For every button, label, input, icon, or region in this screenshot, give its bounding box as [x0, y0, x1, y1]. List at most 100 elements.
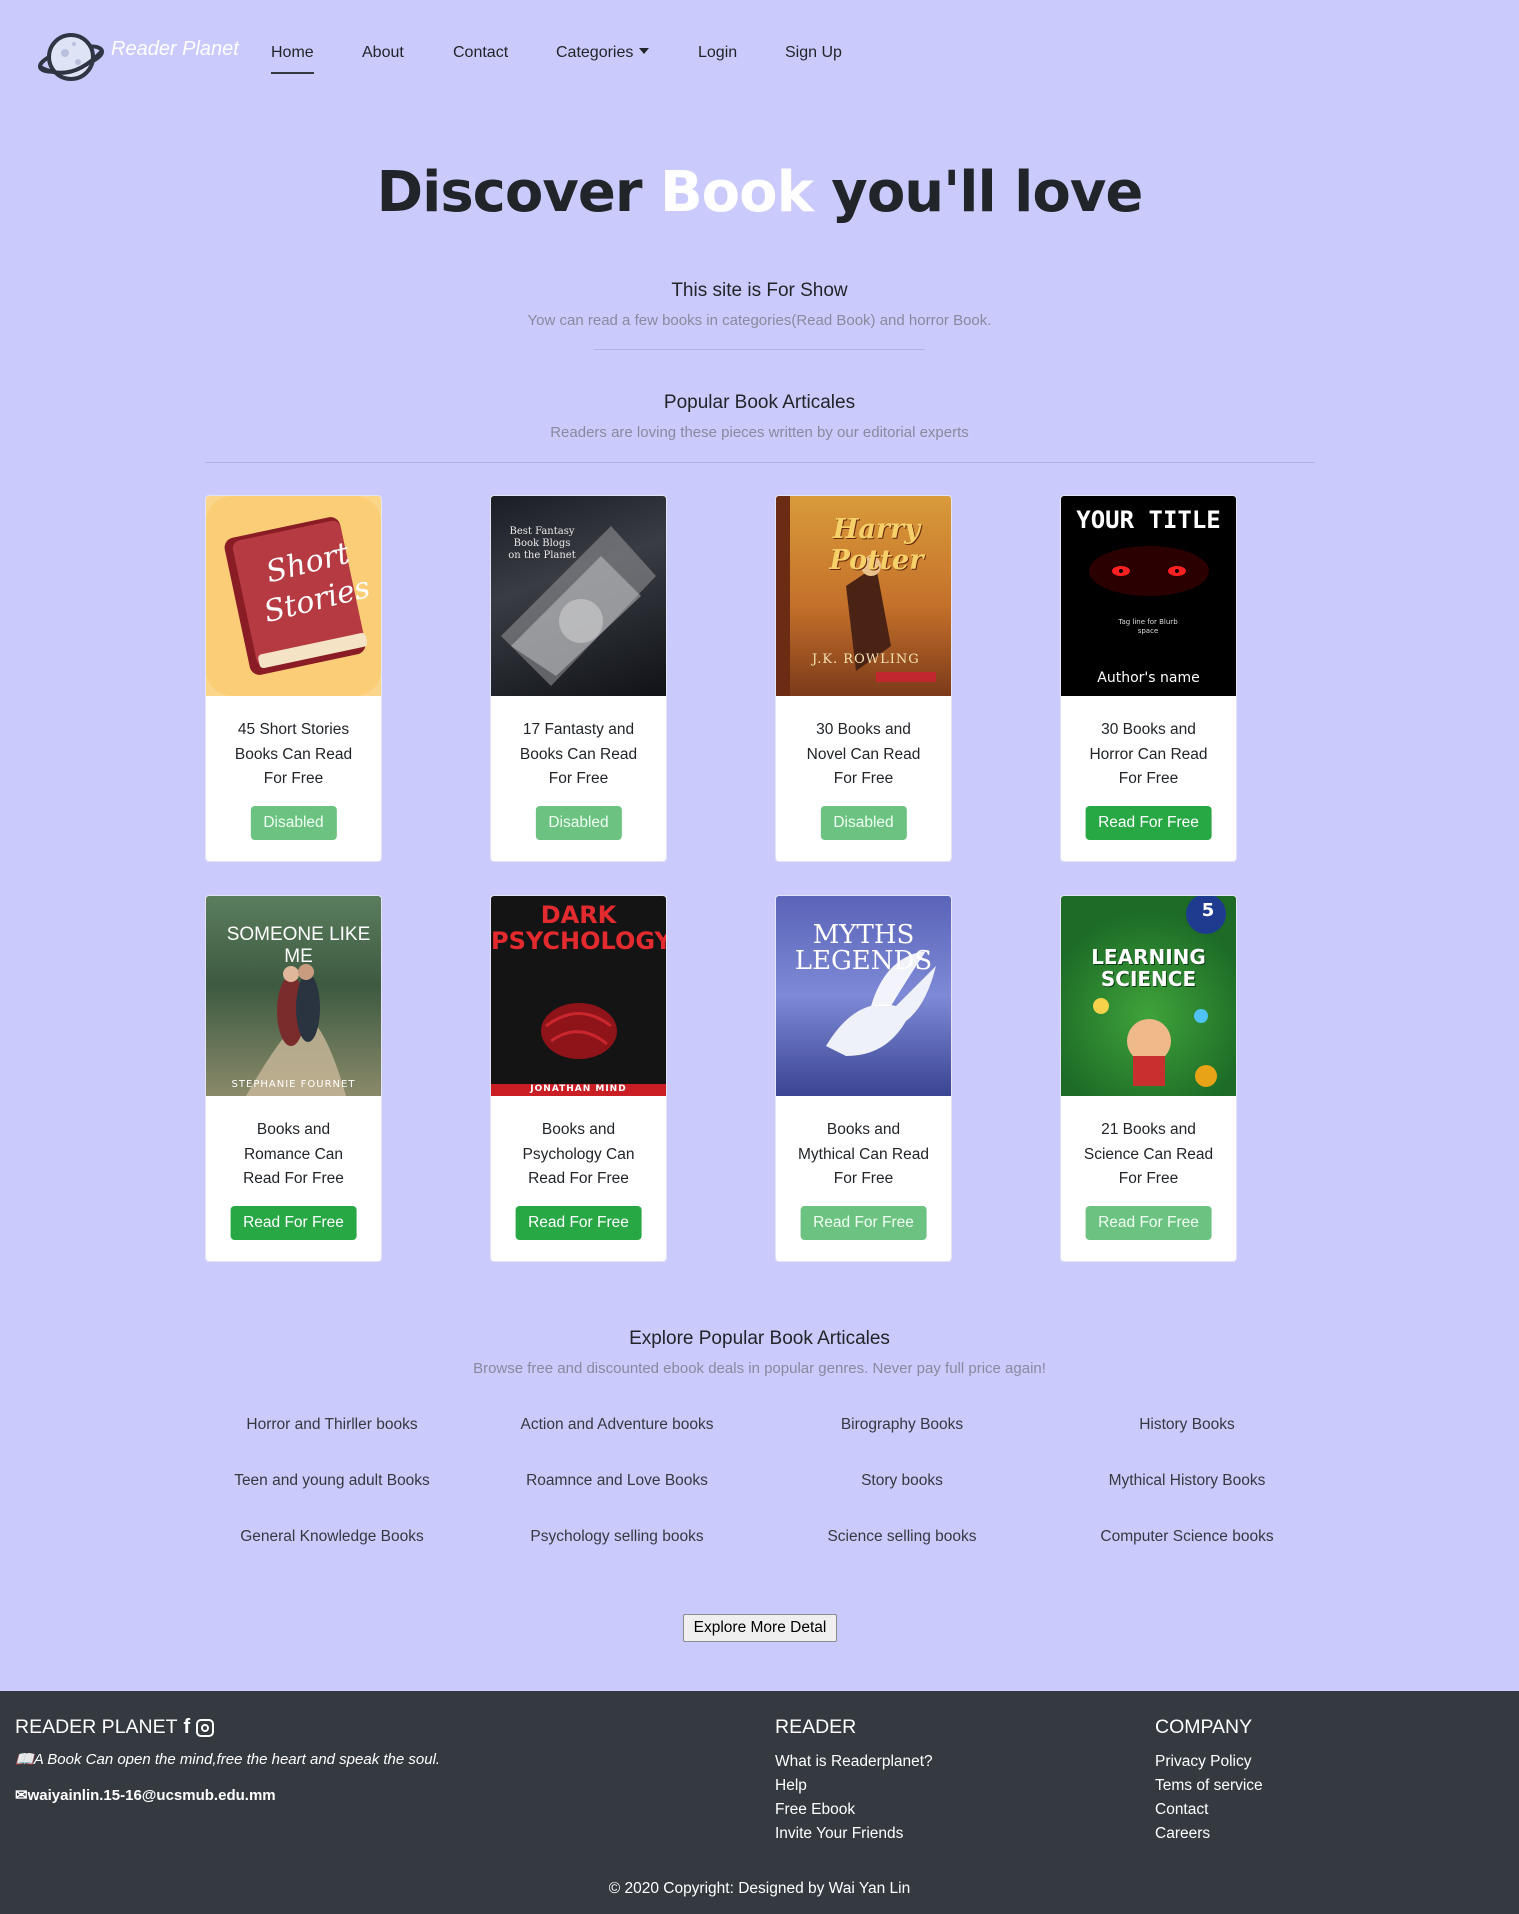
card-text: 17 Fantasty and Books Can Read For Free — [491, 718, 666, 792]
footer-link[interactable]: Contact — [1155, 1798, 1263, 1822]
nav-signup[interactable]: Sign Up — [785, 44, 842, 62]
cover-title: SOMEONE LIKE ME — [226, 924, 371, 967]
footer-link[interactable]: Help — [775, 1774, 933, 1798]
cover-title: Harry Potter — [829, 514, 924, 576]
card-line: For Free — [833, 1170, 894, 1187]
intro-section: This site is For Show Yow can read a few… — [0, 280, 1519, 329]
cover-author: JONATHAN MIND — [530, 1084, 627, 1094]
hero-title-post: you'll love — [812, 160, 1143, 225]
intro-heading: This site is For Show — [671, 280, 848, 301]
nav-home[interactable]: Home — [271, 44, 314, 74]
explore-link[interactable]: Teen and young adult Books — [189, 1472, 475, 1490]
card-line: Novel Can Read — [806, 745, 921, 763]
card-line: Books Can Read — [234, 745, 353, 763]
card-line: Mythical Can Read — [798, 1145, 929, 1163]
explore-link[interactable]: History Books — [1044, 1416, 1330, 1434]
read-for-free-button[interactable]: Read For Free — [1085, 1206, 1212, 1240]
copyright: © 2020 Copyright: Designed by Wai Yan Li… — [608, 1880, 911, 1897]
book-cover-romance[interactable]: SOMEONE LIKE ME STEPHANIE FOURNET — [206, 896, 381, 1096]
nav-about[interactable]: About — [362, 44, 404, 62]
cover-author: Author's name — [1097, 670, 1200, 686]
explore-link[interactable]: Roamnce and Love Books — [474, 1472, 760, 1490]
book-card: LEARNING SCIENCE 5 21 Books and Science … — [1060, 895, 1237, 1262]
card-text: 30 Books and Novel Can Read For Free — [776, 718, 951, 792]
disabled-button: Disabled — [250, 806, 337, 840]
book-cover-dark-psychology[interactable]: DARK PSYCHOLOGY JONATHAN MIND — [491, 896, 666, 1096]
footer-email[interactable]: waiyainlin.15-16@ucsmub.edu.mm — [28, 1787, 276, 1804]
footer-link[interactable]: Tems of service — [1155, 1774, 1263, 1798]
card-line: 30 Books and — [1101, 721, 1196, 738]
nav-categories[interactable]: Categories — [556, 44, 650, 62]
learning-science-cover-art — [1093, 896, 1226, 1087]
card-line: For Free — [1118, 1170, 1179, 1187]
card-text: 30 Books and Horror Can Read For Free — [1061, 718, 1236, 792]
book-cover-learning-science[interactable]: LEARNING SCIENCE 5 — [1061, 896, 1236, 1096]
explore-link[interactable]: General Knowledge Books — [189, 1528, 475, 1546]
explore-link[interactable]: Action and Adventure books — [474, 1416, 760, 1434]
book-card: Harry Potter J.K. ROWLING 30 Books and N… — [775, 495, 952, 862]
card-line: Books and — [256, 1121, 331, 1138]
explore-link[interactable]: Computer Science books — [1044, 1528, 1330, 1546]
card-text: 45 Short Stories Books Can Read For Free — [206, 718, 381, 792]
read-for-free-button[interactable]: Read For Free — [800, 1206, 927, 1240]
book-cover-myths-legends[interactable]: MYTHS LEGENDS — [776, 896, 951, 1096]
book-cover-short-stories[interactable]: Short Stories — [206, 496, 381, 696]
popular-section-head: Popular Book Articales Readers are lovin… — [0, 392, 1519, 441]
card-line: Psychology Can — [522, 1145, 635, 1163]
cover-class-number: 5 — [1201, 900, 1215, 921]
explore-more-button[interactable]: Explore More Detal — [683, 1614, 837, 1642]
read-for-free-button[interactable]: Read For Free — [230, 1206, 357, 1240]
footer-link[interactable]: Privacy Policy — [1155, 1750, 1263, 1774]
footer-brand-column: READER PLANET f 📖A Book Can open the min… — [15, 1716, 440, 1804]
footer-tagline-row: 📖A Book Can open the mind,free the heart… — [15, 1750, 440, 1768]
facebook-icon[interactable]: f — [184, 1716, 191, 1739]
card-line: For Free — [263, 770, 324, 787]
explore-link[interactable]: Birography Books — [759, 1416, 1045, 1434]
book-card: YOUR TITLE Tag line for Blurb space Auth… — [1060, 495, 1237, 862]
divider — [594, 349, 925, 350]
brand-name[interactable]: Reader Planet — [111, 38, 239, 61]
footer-link[interactable]: What is Readerplanet? — [775, 1750, 933, 1774]
footer-link[interactable]: Free Ebook — [775, 1798, 933, 1822]
footer-reader-column: READER What is Readerplanet? Help Free E… — [775, 1716, 933, 1846]
footer-brand-name: READER PLANET — [15, 1716, 178, 1738]
read-for-free-button[interactable]: Read For Free — [515, 1206, 642, 1240]
book-card: SOMEONE LIKE ME STEPHANIE FOURNET Books … — [205, 895, 382, 1262]
cover-title: MYTHS LEGENDS — [794, 920, 933, 976]
explore-link[interactable]: Psychology selling books — [474, 1528, 760, 1546]
footer-tagline: A Book Can open the mind,free the heart … — [33, 1751, 441, 1768]
card-line: Romance Can — [243, 1145, 344, 1163]
book-cover-harry-potter[interactable]: Harry Potter J.K. ROWLING — [776, 496, 951, 696]
explore-link[interactable]: Horror and Thirller books — [189, 1416, 475, 1434]
explore-link[interactable]: Mythical History Books — [1044, 1472, 1330, 1490]
nav-login[interactable]: Login — [698, 44, 737, 62]
navbar: Reader Planet Home About Contact Categor… — [0, 0, 1519, 108]
book-card: MYTHS LEGENDS Books and Mythical Can Rea… — [775, 895, 952, 1262]
card-line: Read For Free — [528, 1170, 629, 1187]
read-for-free-button[interactable]: Read For Free — [1085, 806, 1212, 840]
explore-link[interactable]: Story books — [759, 1472, 1045, 1490]
explore-subtext: Browse free and discounted ebook deals i… — [473, 1360, 1046, 1377]
card-line: Books and — [826, 1121, 901, 1138]
cover-tagline: Tag line for Blurb space — [1118, 618, 1178, 635]
book-cover-horror[interactable]: YOUR TITLE Tag line for Blurb space Auth… — [1061, 496, 1236, 696]
cover-title: DARK PSYCHOLOGY — [491, 901, 666, 955]
footer-brand: READER PLANET f — [15, 1716, 440, 1739]
footer-link[interactable]: Careers — [1155, 1822, 1263, 1846]
planet-logo-icon[interactable] — [36, 29, 106, 86]
explore-link[interactable]: Science selling books — [759, 1528, 1045, 1546]
card-line: 30 Books and — [816, 721, 911, 738]
divider — [205, 462, 1315, 463]
cover-author: J.K. ROWLING — [812, 652, 920, 667]
hero-title-highlight: Book — [659, 160, 814, 225]
footer-link[interactable]: Invite Your Friends — [775, 1822, 933, 1846]
card-line: 17 Fantasty and — [522, 721, 635, 738]
disabled-button: Disabled — [535, 806, 622, 840]
instagram-icon[interactable] — [196, 1718, 215, 1737]
explore-section-head: Explore Popular Book Articales Browse fr… — [0, 1328, 1519, 1377]
nav-contact[interactable]: Contact — [453, 44, 508, 62]
book-cover-fantasy[interactable]: Best Fantasy Book Blogs on the Planet — [491, 496, 666, 696]
book-card: Best Fantasy Book Blogs on the Planet 17… — [490, 495, 667, 862]
intro-subtext: Yow can read a few books in categories(R… — [527, 312, 992, 329]
book-icon: 📖 — [15, 1751, 34, 1768]
